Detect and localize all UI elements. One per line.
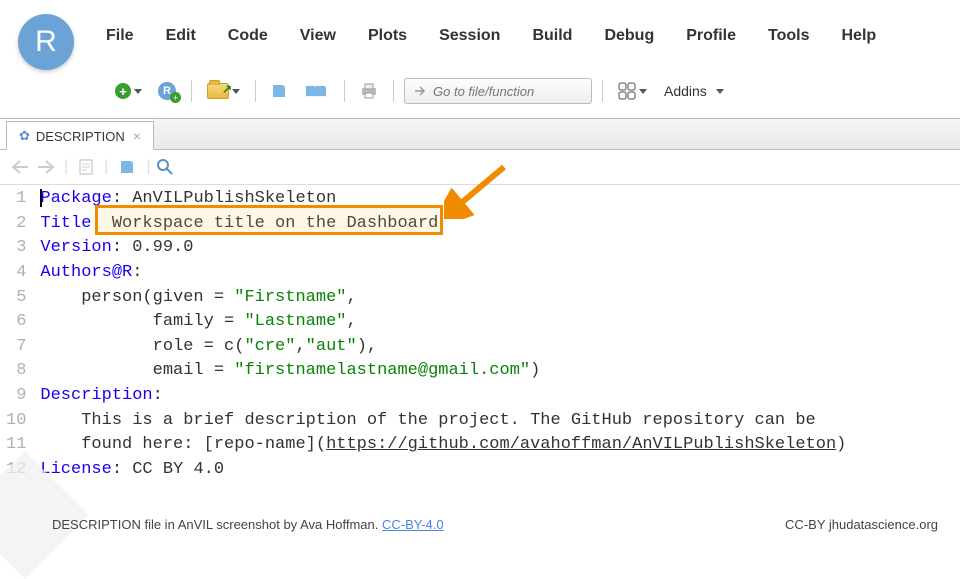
goto-input[interactable] (433, 84, 583, 99)
menu-code[interactable]: Code (216, 21, 280, 51)
menubar: File Edit Code View Plots Session Build Debug Pr… (94, 21, 888, 51)
folder-open-icon: ↗ (207, 83, 229, 99)
tab-label: DESCRIPTION (36, 129, 125, 144)
r-logo: R (18, 14, 74, 70)
footer: DESCRIPTION file in AnVIL screenshot by … (0, 517, 960, 532)
line-gutter: 123456789101112 (0, 185, 36, 485)
menu-edit[interactable]: Edit (154, 21, 208, 51)
save-all-icon (303, 83, 329, 99)
editor-tabbar: ✿ DESCRIPTION × (0, 118, 960, 150)
nav-forward-button[interactable] (36, 158, 58, 176)
save-icon (119, 159, 135, 175)
arrow-annotation (444, 163, 514, 219)
footer-license-link[interactable]: CC-BY-4.0 (382, 517, 444, 532)
new-file-button[interactable]: + (110, 78, 147, 104)
gear-icon: ✿ (19, 128, 30, 144)
chevron-down-icon (232, 89, 240, 94)
menu-debug[interactable]: Debug (592, 21, 666, 51)
find-button[interactable] (156, 158, 174, 176)
footer-caption: DESCRIPTION file in AnVIL screenshot by … (52, 517, 382, 532)
print-icon (360, 83, 378, 99)
share-arrow-icon (413, 84, 427, 98)
addins-label: Addins (664, 83, 707, 99)
show-doc-button[interactable] (74, 154, 98, 180)
print-button[interactable] (355, 78, 383, 104)
tab-description[interactable]: ✿ DESCRIPTION × (6, 121, 154, 150)
close-icon[interactable]: × (133, 128, 141, 144)
menu-tools[interactable]: Tools (756, 21, 821, 51)
chevron-down-icon (134, 89, 142, 94)
code-source[interactable]: Package: AnVILPublishSkeleton Title: Wor… (36, 185, 846, 485)
chevron-down-icon (639, 89, 647, 94)
save-button[interactable] (266, 78, 292, 104)
menu-view[interactable]: View (288, 21, 348, 51)
open-folder-button[interactable]: ↗ (202, 78, 245, 104)
save-all-button[interactable] (298, 78, 334, 104)
addins-menu[interactable]: Addins (658, 83, 730, 99)
main-toolbar: + R+ ↗ (110, 78, 960, 104)
chevron-down-icon (716, 89, 724, 94)
menu-build[interactable]: Build (520, 21, 584, 51)
menu-profile[interactable]: Profile (674, 21, 748, 51)
document-icon (79, 159, 93, 175)
menu-plots[interactable]: Plots (356, 21, 419, 51)
footer-right: CC-BY jhudatascience.org (785, 517, 938, 532)
r-plus-icon: R+ (158, 82, 176, 100)
panes-button[interactable] (613, 78, 652, 104)
plus-icon: + (115, 83, 131, 99)
magnifier-icon (156, 158, 174, 176)
save-icon (271, 83, 287, 99)
new-r-button[interactable]: R+ (153, 78, 181, 104)
goto-file-function[interactable] (404, 78, 592, 104)
menu-file[interactable]: File (94, 21, 146, 51)
nav-back-button[interactable] (8, 158, 30, 176)
menu-session[interactable]: Session (427, 21, 512, 51)
grid-icon (618, 82, 636, 100)
menu-help[interactable]: Help (830, 21, 889, 51)
code-editor[interactable]: 123456789101112 Package: AnVILPublishSke… (0, 185, 960, 485)
save-editor-button[interactable] (114, 154, 140, 180)
